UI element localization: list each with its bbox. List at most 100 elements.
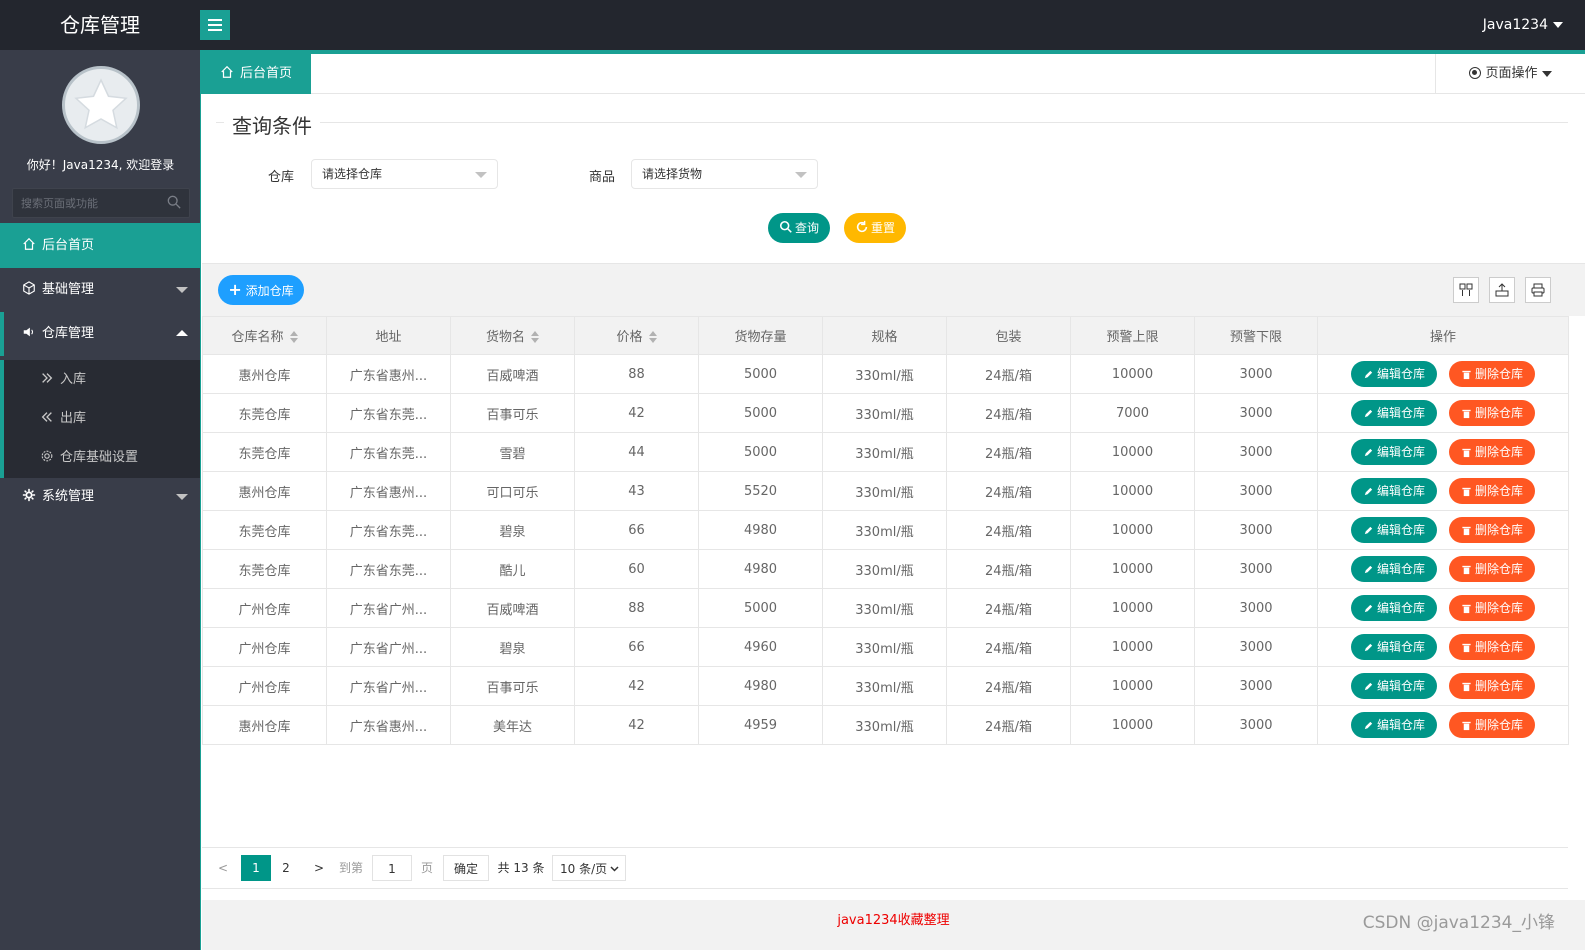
menu-toggle-button[interactable] xyxy=(200,10,230,40)
delete-warehouse-button[interactable]: 删除仓库 xyxy=(1449,439,1535,465)
edit-warehouse-button[interactable]: 编辑仓库 xyxy=(1351,517,1437,543)
query-button[interactable]: 查询 xyxy=(768,213,830,243)
table-cell: 10000 xyxy=(1070,354,1195,394)
table-cell: 广州仓库 xyxy=(202,627,327,667)
table-cell: 东莞仓库 xyxy=(202,393,327,433)
edit-warehouse-button[interactable]: 编辑仓库 xyxy=(1351,556,1437,582)
edit-label: 编辑仓库 xyxy=(1376,523,1425,537)
edit-warehouse-button[interactable]: 编辑仓库 xyxy=(1351,634,1437,660)
table-cell: 百事可乐 xyxy=(450,666,575,706)
edit-label: 编辑仓库 xyxy=(1376,640,1425,654)
delete-warehouse-button[interactable]: 删除仓库 xyxy=(1449,634,1535,660)
confirm-page-button[interactable]: 确定 xyxy=(443,855,489,881)
delete-warehouse-button[interactable]: 删除仓库 xyxy=(1449,673,1535,699)
column-header: 货物存量 xyxy=(698,316,823,355)
page-size-select[interactable]: 10 条/页 xyxy=(552,855,626,881)
sidebar-item-home[interactable]: 后台首页 xyxy=(0,223,200,268)
add-warehouse-button[interactable]: + 添加仓库 xyxy=(218,275,304,305)
table-row: 惠州仓库 广东省惠州... 可口可乐 43 5520 330ml/瓶 24瓶/箱 10000 3… xyxy=(202,471,1569,511)
table-cell: 东莞仓库 xyxy=(202,432,327,472)
delete-warehouse-button[interactable]: 删除仓库 xyxy=(1449,400,1535,426)
edit-warehouse-button[interactable]: 编辑仓库 xyxy=(1351,400,1437,426)
page-number-input[interactable]: 1 xyxy=(372,855,412,881)
next-page-button[interactable]: > xyxy=(308,855,330,881)
sort-icon[interactable] xyxy=(289,331,298,343)
edit-warehouse-button[interactable]: 编辑仓库 xyxy=(1351,439,1437,465)
page-1-button[interactable]: 1 xyxy=(241,855,271,881)
column-header[interactable]: 货物名 xyxy=(450,316,575,355)
row-actions: 编辑仓库 删除仓库 xyxy=(1317,627,1569,667)
trash-icon xyxy=(1462,526,1471,536)
edit-warehouse-button[interactable]: 编辑仓库 xyxy=(1351,673,1437,699)
table-cell: 广东省惠州... xyxy=(326,471,451,511)
export-button[interactable] xyxy=(1489,277,1515,303)
table-cell: 10000 xyxy=(1070,549,1195,589)
table-cell: 330ml/瓶 xyxy=(822,393,947,433)
page-2-button[interactable]: 2 xyxy=(272,855,300,881)
goods-select[interactable]: 请选择货物 xyxy=(631,159,818,189)
footer-text: java1234收藏整理 xyxy=(837,913,950,928)
delete-warehouse-button[interactable]: 删除仓库 xyxy=(1449,478,1535,504)
table-cell: 广州仓库 xyxy=(202,588,327,628)
table-cell: 广东省东莞... xyxy=(326,432,451,472)
sort-icon[interactable] xyxy=(531,331,539,343)
prev-page-button[interactable]: < xyxy=(214,855,232,881)
table-cell: 60 xyxy=(574,549,699,589)
edit-warehouse-button[interactable]: 编辑仓库 xyxy=(1351,361,1437,387)
sidebar-item-system[interactable]: 系统管理 xyxy=(0,475,200,519)
table-cell: 24瓶/箱 xyxy=(946,471,1071,511)
chevron-down-icon xyxy=(610,866,619,872)
sidebar-subitem-label: 入库 xyxy=(60,372,87,387)
sort-icon[interactable] xyxy=(648,331,657,343)
delete-label: 删除仓库 xyxy=(1474,562,1523,576)
sidebar-item-warehouse[interactable]: 仓库管理 xyxy=(0,312,200,356)
delete-warehouse-button[interactable]: 删除仓库 xyxy=(1449,361,1535,387)
table-cell: 24瓶/箱 xyxy=(946,549,1071,589)
edit-label: 编辑仓库 xyxy=(1376,601,1425,615)
delete-warehouse-button[interactable]: 删除仓库 xyxy=(1449,556,1535,582)
column-header[interactable]: 价格 xyxy=(574,316,699,355)
table-cell: 10000 xyxy=(1070,627,1195,667)
edit-label: 编辑仓库 xyxy=(1376,562,1425,576)
goods-select-value: 请选择货物 xyxy=(642,167,703,181)
user-menu[interactable]: Java1234 xyxy=(1483,0,1563,50)
edit-warehouse-button[interactable]: 编辑仓库 xyxy=(1351,712,1437,738)
table-cell: 5000 xyxy=(698,354,823,394)
chevron-down-icon xyxy=(176,494,188,500)
query-legend: 查询条件 xyxy=(224,110,320,139)
table-cell: 美年达 xyxy=(450,705,575,745)
sidebar-subitem-stock-in[interactable]: 入库 xyxy=(4,360,200,399)
table-cell: 10000 xyxy=(1070,471,1195,511)
reset-button[interactable]: 重置 xyxy=(844,213,906,243)
table-cell: 惠州仓库 xyxy=(202,471,327,511)
delete-warehouse-button[interactable]: 删除仓库 xyxy=(1449,595,1535,621)
tab-home[interactable]: 后台首页 xyxy=(201,54,311,94)
table-cell: 3000 xyxy=(1194,510,1318,550)
row-actions: 编辑仓库 删除仓库 xyxy=(1317,510,1569,550)
table-cell: 4980 xyxy=(698,549,823,589)
sidebar-subitem-label: 仓库基础设置 xyxy=(60,450,139,465)
table-cell: 广东省广州... xyxy=(326,588,451,628)
column-header[interactable]: 仓库名称 xyxy=(202,316,327,355)
sidebar-subitem-warehouse-settings[interactable]: 仓库基础设置 xyxy=(4,438,200,477)
delete-warehouse-button[interactable]: 删除仓库 xyxy=(1449,517,1535,543)
table-cell: 24瓶/箱 xyxy=(946,588,1071,628)
table-cell: 24瓶/箱 xyxy=(946,354,1071,394)
delete-warehouse-button[interactable]: 删除仓库 xyxy=(1449,712,1535,738)
page-operations-dropdown[interactable]: 页面操作 xyxy=(1435,54,1585,94)
table-cell: 4980 xyxy=(698,510,823,550)
table-cell: 5000 xyxy=(698,588,823,628)
print-button[interactable] xyxy=(1525,277,1551,303)
edit-warehouse-button[interactable]: 编辑仓库 xyxy=(1351,478,1437,504)
sidebar-search-input[interactable] xyxy=(13,189,163,217)
warehouse-select[interactable]: 请选择仓库 xyxy=(311,159,498,189)
search-icon[interactable] xyxy=(167,195,181,209)
sidebar-item-basic[interactable]: 基础管理 xyxy=(0,268,200,312)
columns-filter-button[interactable] xyxy=(1453,277,1479,303)
table-cell: 10000 xyxy=(1070,666,1195,706)
table-cell: 广东省惠州... xyxy=(326,705,451,745)
chevron-up-icon xyxy=(176,330,188,336)
sidebar-subitem-stock-out[interactable]: 出库 xyxy=(4,399,200,438)
table-cell: 广东省广州... xyxy=(326,627,451,667)
edit-warehouse-button[interactable]: 编辑仓库 xyxy=(1351,595,1437,621)
